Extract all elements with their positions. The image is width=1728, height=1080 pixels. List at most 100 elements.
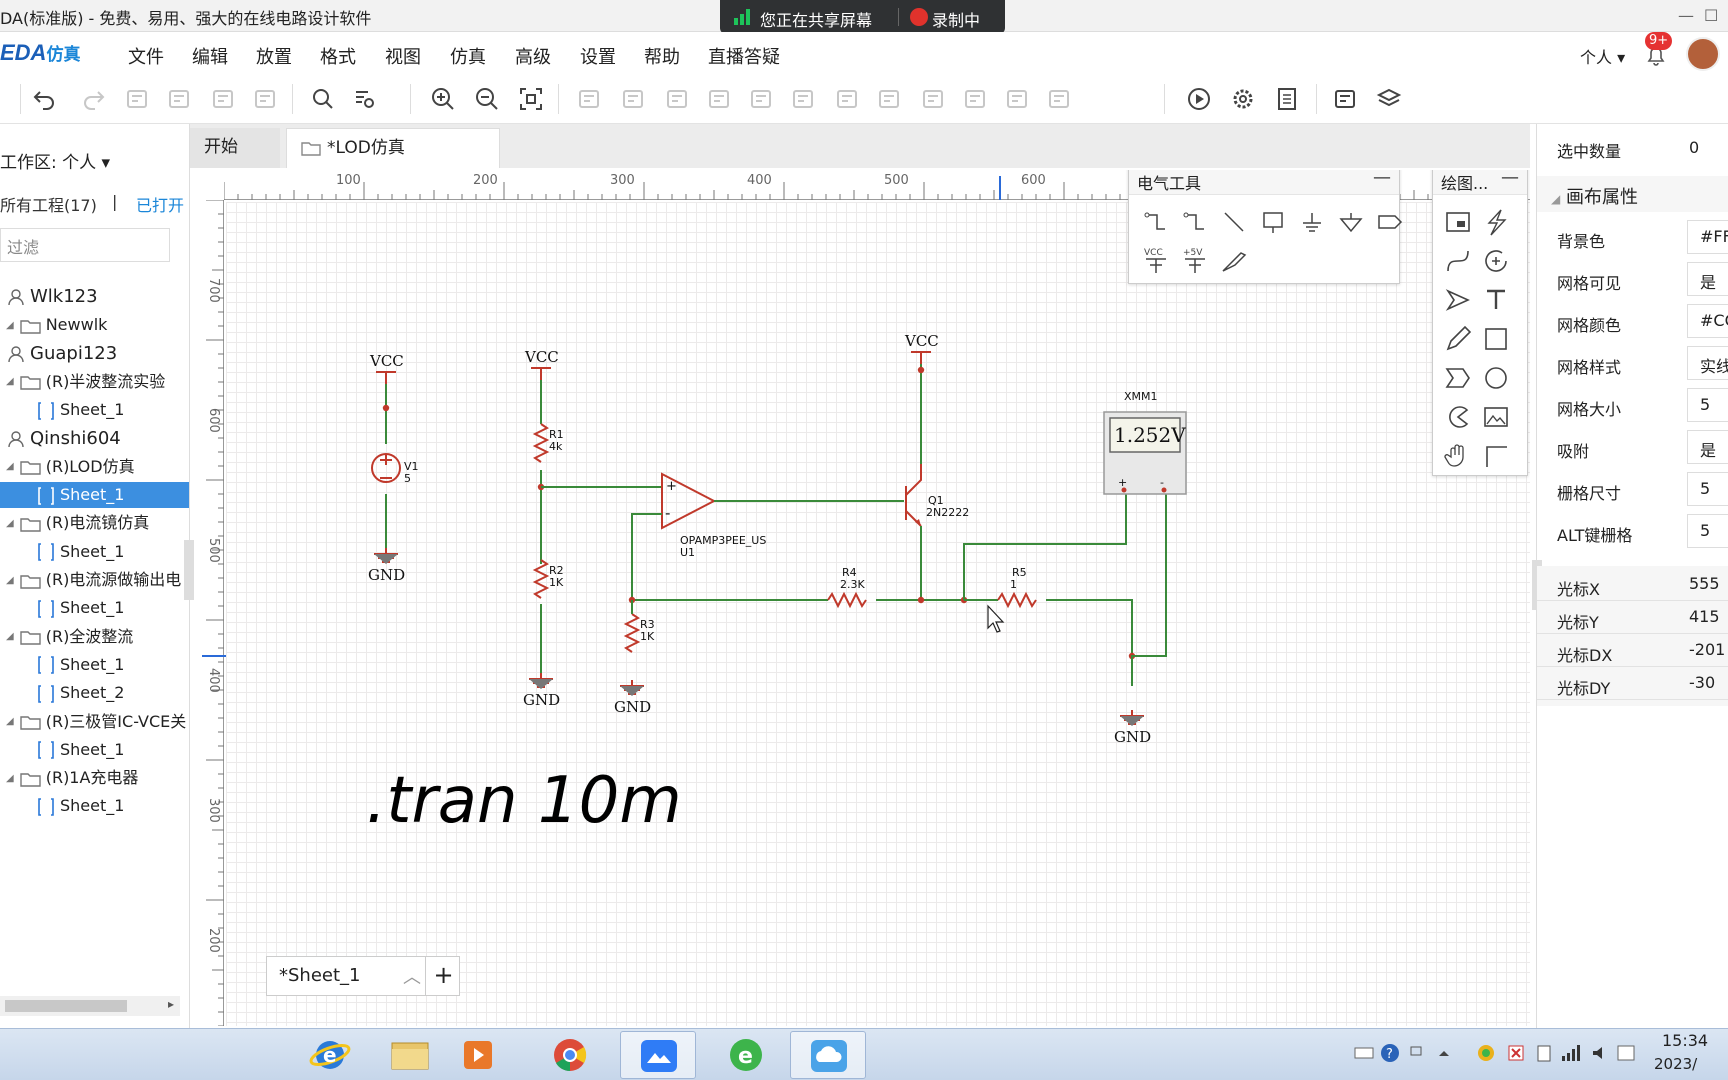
collapse-sidebar-handle[interactable] xyxy=(184,540,194,600)
5v-icon[interactable]: +5V xyxy=(1180,245,1210,275)
caret-down-icon[interactable]: ◢ xyxy=(6,454,14,480)
tab-lod-sim[interactable]: *LOD仿真 xyxy=(286,128,500,168)
bring-front-icon[interactable] xyxy=(1004,86,1030,112)
layers-icon[interactable] xyxy=(1376,86,1402,112)
simulation-directive[interactable]: .tran 10m xyxy=(366,764,682,838)
tray-expand-icon[interactable] xyxy=(1434,1043,1454,1063)
tree-item-folder[interactable]: ◢ (R)三极管IC-VCE关 xyxy=(0,709,189,735)
align-center-v-icon[interactable] xyxy=(790,86,816,112)
open-projects-tab[interactable]: 已打开 xyxy=(136,192,184,216)
tree-item-sheet[interactable]: Sheet_1 xyxy=(0,482,189,509)
align-center-h-icon[interactable] xyxy=(748,86,774,112)
clipboard-icon[interactable] xyxy=(1534,1043,1554,1063)
taskbar-chrome[interactable] xyxy=(532,1031,608,1079)
fit-icon[interactable] xyxy=(518,86,544,112)
picture-icon[interactable] xyxy=(1481,402,1511,432)
canvas-properties-header[interactable]: ◢ 画布属性 xyxy=(1537,176,1728,212)
tree-item-sheet[interactable]: Sheet_1 xyxy=(0,539,189,565)
corner-icon[interactable] xyxy=(1481,441,1511,471)
bus-icon[interactable] xyxy=(1180,207,1210,237)
recording-status[interactable]: 录制中 xyxy=(932,7,980,31)
align-left-icon[interactable] xyxy=(576,86,602,112)
taskbar-media[interactable] xyxy=(440,1031,516,1079)
tree-item-sheet[interactable]: Sheet_1 xyxy=(0,397,189,423)
group-icon[interactable] xyxy=(920,86,946,112)
hand-icon[interactable] xyxy=(1443,441,1473,471)
taskbar-date[interactable]: 2023/ xyxy=(1654,1055,1697,1073)
vcc-icon[interactable]: VCC xyxy=(1141,245,1171,275)
send-back-icon[interactable] xyxy=(1046,86,1072,112)
menu-simulate[interactable]: 仿真 xyxy=(450,43,486,69)
maximize-icon[interactable]: ☐ xyxy=(1704,6,1718,25)
tree-item-folder[interactable]: ◢ (R)电流镜仿真 xyxy=(0,510,189,536)
menu-settings[interactable]: 设置 xyxy=(580,43,616,69)
caret-down-icon[interactable]: ◢ xyxy=(6,369,14,395)
workspace-selector[interactable]: 工作区: 个人 ▾ xyxy=(0,148,110,173)
zoom-in-icon[interactable] xyxy=(430,86,456,112)
taskbar-ie[interactable]: e xyxy=(292,1031,368,1079)
cut-icon[interactable] xyxy=(210,86,236,112)
multimeter[interactable]: 1.252V xyxy=(1103,411,1187,495)
tree-item-folder[interactable]: ◢ (R)LOD仿真 xyxy=(0,454,189,480)
menu-help[interactable]: 帮助 xyxy=(644,43,680,69)
lightning-icon[interactable] xyxy=(1481,207,1511,237)
netlabel-icon[interactable] xyxy=(1258,207,1288,237)
property-value[interactable]: #CCCCCC xyxy=(1687,304,1728,338)
sharing-status[interactable]: 您正在共享屏幕 xyxy=(760,7,872,31)
align-top-icon[interactable] xyxy=(664,86,690,112)
settings-icon[interactable] xyxy=(1230,86,1256,112)
minimize-panel-icon[interactable]: — xyxy=(1373,170,1391,188)
menu-place[interactable]: 放置 xyxy=(256,43,292,69)
caret-down-icon[interactable]: ◢ xyxy=(6,313,14,339)
paste-icon[interactable] xyxy=(166,86,192,112)
schematic-canvas[interactable]: 100 200 300 400 500 600 700 600 500 400 300 200 VC… xyxy=(196,170,1530,1026)
caret-down-icon[interactable]: ◢ xyxy=(6,511,14,537)
arrow-icon[interactable] xyxy=(1443,285,1473,315)
signal-icon[interactable] xyxy=(1560,1043,1580,1063)
tree-item-user[interactable]: Qinshi604 xyxy=(0,426,189,452)
property-value[interactable]: 是 xyxy=(1687,430,1728,464)
text-icon[interactable] xyxy=(1481,285,1511,315)
taskbar-explorer[interactable] xyxy=(372,1031,448,1079)
property-value[interactable]: 5 xyxy=(1687,514,1728,548)
schematic[interactable]: VCCV15GNDVCCR14kR21KGND+-OPAMP3PEE_USU1V… xyxy=(196,170,1530,1026)
taskbar-cloud-app[interactable] xyxy=(790,1031,866,1079)
distribute-v-icon[interactable] xyxy=(876,86,902,112)
port-icon[interactable] xyxy=(1375,207,1405,237)
user-menu[interactable]: 个人 ▾ xyxy=(1580,44,1625,68)
filter-input[interactable]: 过滤 xyxy=(0,228,170,262)
copy-icon[interactable] xyxy=(124,86,150,112)
taskbar-clock[interactable]: 15:34 xyxy=(1662,1031,1708,1050)
distribute-h-icon[interactable] xyxy=(834,86,860,112)
tree-item-sheet[interactable]: Sheet_1 xyxy=(0,652,189,678)
pencil-icon[interactable] xyxy=(1443,324,1473,354)
search-icon[interactable] xyxy=(310,86,336,112)
property-value[interactable]: 实线 xyxy=(1687,346,1728,380)
gnd-symbol-icon[interactable] xyxy=(1336,207,1366,237)
delete-icon[interactable] xyxy=(252,86,278,112)
caret-down-icon[interactable]: ◢ xyxy=(6,709,14,735)
help-icon[interactable]: ? xyxy=(1380,1043,1400,1063)
menu-file[interactable]: 文件 xyxy=(128,43,164,69)
find-replace-icon[interactable] xyxy=(352,86,378,112)
tab-start[interactable]: 开始 xyxy=(190,128,280,168)
rectangle-icon[interactable] xyxy=(1481,324,1511,354)
menu-view[interactable]: 视图 xyxy=(385,43,421,69)
volume-icon[interactable] xyxy=(1590,1043,1610,1063)
redo-icon[interactable] xyxy=(80,86,106,112)
caret-down-icon[interactable]: ◢ xyxy=(6,624,14,650)
tree-item-sheet[interactable]: Sheet_2 xyxy=(0,680,189,706)
netlist-icon[interactable] xyxy=(1274,86,1300,112)
minimize-panel-icon[interactable]: — xyxy=(1501,170,1519,188)
tree-item-user[interactable]: Guapi123 xyxy=(0,341,189,367)
arc-icon[interactable] xyxy=(1443,402,1473,432)
sidebar-scrollbar[interactable]: ▸ xyxy=(0,996,180,1016)
wire-icon[interactable] xyxy=(1141,207,1171,237)
keyboard-icon[interactable] xyxy=(1354,1043,1374,1063)
caret-down-icon[interactable]: ◢ xyxy=(6,568,14,594)
caret-down-icon[interactable]: ◢ xyxy=(6,766,14,792)
avatar[interactable] xyxy=(1686,37,1720,71)
ungroup-icon[interactable] xyxy=(962,86,988,112)
bezier-icon[interactable] xyxy=(1443,246,1473,276)
flag-icon[interactable] xyxy=(1506,1043,1526,1063)
